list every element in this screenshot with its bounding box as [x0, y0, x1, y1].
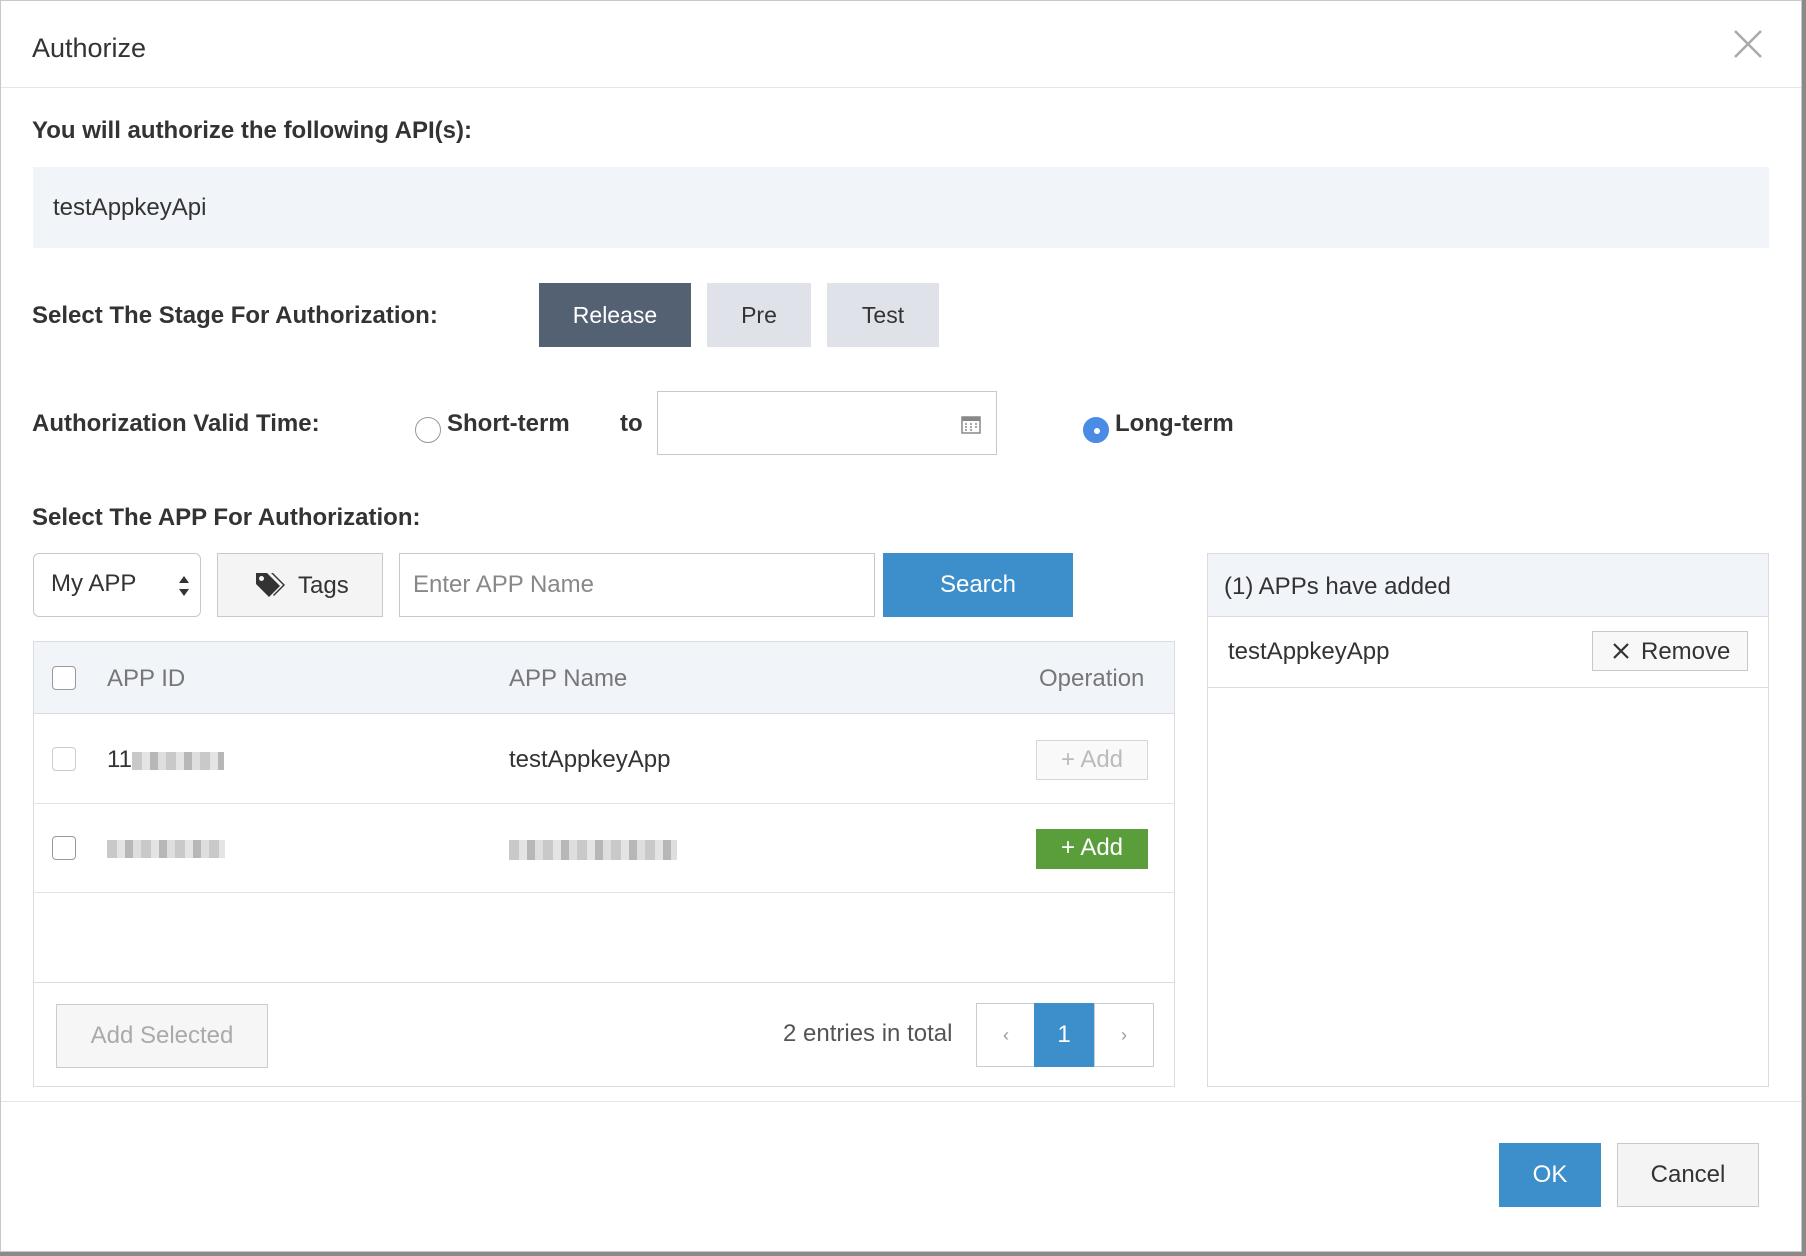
- stage-release-button[interactable]: Release: [539, 283, 691, 347]
- cancel-button[interactable]: Cancel: [1617, 1143, 1759, 1207]
- ok-button[interactable]: OK: [1499, 1143, 1601, 1207]
- dialog-header: Authorize: [1, 1, 1801, 88]
- long-term-label: Long-term: [1115, 410, 1234, 437]
- added-apps-panel: (1) APPs have added testAppkeyApp Remove: [1207, 553, 1769, 1087]
- remove-app-button[interactable]: Remove: [1592, 631, 1748, 671]
- calendar-icon[interactable]: [961, 414, 981, 434]
- short-term-radio[interactable]: [415, 417, 441, 443]
- select-all-checkbox[interactable]: [52, 666, 76, 690]
- tags-label: Tags: [298, 572, 349, 599]
- column-app-name: APP Name: [509, 665, 628, 692]
- close-icon[interactable]: [1729, 25, 1767, 63]
- add-selected-button: Add Selected: [56, 1004, 268, 1068]
- authorize-dialog: Authorize You will authorize the followi…: [0, 0, 1802, 1252]
- app-scope-value: My APP: [51, 570, 137, 597]
- total-entries-text: 2 entries in total: [783, 1020, 953, 1047]
- table-header: APP ID APP Name Operation: [34, 642, 1174, 714]
- column-app-id: APP ID: [107, 665, 186, 692]
- next-page-button[interactable]: ›: [1094, 1003, 1154, 1067]
- app-table: APP ID APP Name Operation 11 testAppkeyA…: [33, 641, 1175, 1087]
- added-apps-header: (1) APPs have added: [1208, 554, 1768, 617]
- row-app-id: 11: [107, 746, 132, 773]
- added-apps-title: (1) APPs have added: [1224, 573, 1451, 600]
- tag-icon: [254, 571, 286, 599]
- select-arrows-icon: [177, 573, 191, 599]
- short-term-label: Short-term: [447, 410, 570, 437]
- search-button[interactable]: Search: [883, 553, 1073, 617]
- valid-time-label: Authorization Valid Time:: [32, 410, 320, 437]
- row-checkbox[interactable]: [52, 747, 76, 771]
- end-date-input[interactable]: [657, 391, 997, 455]
- redacted-app-name: [509, 840, 677, 860]
- redacted-app-id: [132, 752, 224, 770]
- add-app-button-disabled: + Add: [1036, 740, 1148, 780]
- app-section-label: Select The APP For Authorization:: [32, 504, 421, 531]
- api-section-label: You will authorize the following API(s):: [32, 117, 472, 144]
- stage-pre-button[interactable]: Pre: [707, 283, 811, 347]
- stage-test-button[interactable]: Test: [827, 283, 939, 347]
- add-app-button[interactable]: + Add: [1036, 829, 1148, 869]
- row-checkbox[interactable]: [52, 836, 76, 860]
- table-footer-divider: [34, 982, 1174, 983]
- dialog-title: Authorize: [32, 33, 147, 63]
- page-1-button[interactable]: 1: [1034, 1003, 1094, 1067]
- tags-button[interactable]: Tags: [217, 553, 383, 617]
- app-scope-select[interactable]: My APP: [33, 553, 201, 617]
- close-icon: [1611, 641, 1631, 661]
- prev-page-button[interactable]: ‹: [976, 1003, 1036, 1067]
- row-app-name: testAppkeyApp: [509, 746, 671, 773]
- added-app-item: testAppkeyApp Remove: [1208, 617, 1768, 688]
- added-app-name: testAppkeyApp: [1228, 638, 1390, 665]
- footer-divider: [1, 1101, 1801, 1102]
- column-operation: Operation: [1039, 665, 1145, 692]
- redacted-app-id: [107, 840, 225, 858]
- api-name-box: testAppkeyApi: [33, 167, 1769, 248]
- stage-label: Select The Stage For Authorization:: [32, 302, 438, 329]
- api-name: testAppkeyApi: [53, 194, 207, 221]
- table-row: 11 testAppkeyApp + Add: [34, 715, 1174, 804]
- app-name-search-input[interactable]: [399, 553, 875, 617]
- long-term-radio[interactable]: [1083, 417, 1109, 443]
- remove-label: Remove: [1641, 638, 1731, 665]
- table-row: + Add: [34, 804, 1174, 893]
- to-label: to: [620, 410, 643, 437]
